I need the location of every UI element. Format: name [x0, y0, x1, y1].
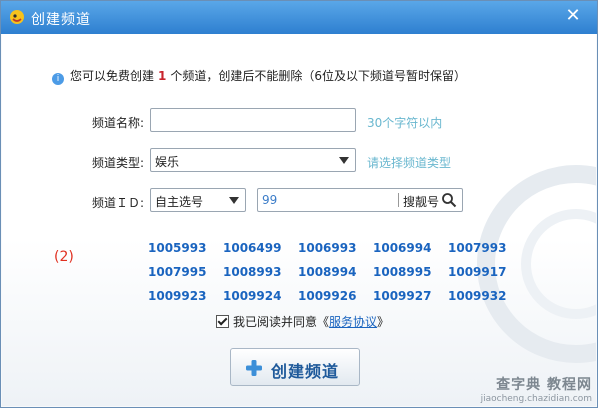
window-title: 创建频道 — [31, 12, 91, 28]
channel-type-label: 频道类型: — [91, 156, 144, 170]
number-row: 1005993 1006499 1006993 1006994 1007993 — [148, 237, 523, 261]
agree-tail: 》 — [377, 315, 390, 329]
channel-name-input[interactable] — [150, 108, 356, 132]
close-button[interactable]: ✕ — [563, 6, 583, 26]
channel-number-option[interactable]: 1008993 — [223, 265, 298, 279]
channel-number-option[interactable]: 1006499 — [223, 241, 298, 255]
app-logo-icon — [10, 10, 24, 24]
create-channel-label: 创建频道 — [271, 362, 340, 381]
channel-number-option[interactable]: 1009927 — [373, 289, 448, 303]
plus-icon — [246, 360, 262, 376]
search-divider — [398, 193, 399, 207]
number-search-input[interactable]: 99 — [262, 193, 277, 207]
channel-number-option[interactable]: 1006994 — [373, 241, 448, 255]
info-prefix: 您可以免费创建 — [70, 69, 155, 83]
info-notice: i 您可以免费创建 1 个频道，创建后不能删除（6位及以下频道号暂时保留） — [52, 67, 466, 85]
dropdown-arrow-icon — [339, 157, 349, 164]
channel-number-option[interactable]: 1006993 — [298, 241, 373, 255]
channel-number-option[interactable]: 1009924 — [223, 289, 298, 303]
channel-number-option[interactable]: 1007995 — [148, 265, 223, 279]
channel-type-select[interactable]: 娱乐 — [150, 148, 356, 172]
dropdown-arrow-icon — [229, 197, 239, 204]
channel-number-option[interactable]: 1009926 — [298, 289, 373, 303]
channel-type-value: 娱乐 — [155, 155, 180, 169]
number-search-box: 99 搜靓号 — [257, 188, 463, 212]
channel-type-hint: 请选择频道类型 — [367, 156, 452, 170]
channel-number-option[interactable]: 1005993 — [148, 241, 223, 255]
agree-text: 我已阅读并同意《 — [233, 315, 330, 329]
number-grid: 1005993 1006499 1006993 1006994 1007993 1007… — [148, 237, 523, 309]
channel-name-hint: 30个字符以内 — [367, 116, 443, 130]
dialog-body: i 您可以免费创建 1 个频道，创建后不能删除（6位及以下频道号暂时保留） 频道名称:… — [2, 34, 596, 406]
watermark-main: 查字典 教程网 — [496, 377, 592, 393]
agreement-row: 我已阅读并同意《服务协议》 — [216, 313, 389, 330]
number-row: 1007995 1008993 1008994 1008995 1009917 — [148, 261, 523, 285]
channel-number-option[interactable]: 1007993 — [448, 241, 523, 255]
step-marker: (2) — [54, 249, 74, 265]
service-agreement-link[interactable]: 服务协议 — [329, 315, 377, 329]
channel-number-option[interactable]: 1008994 — [298, 265, 373, 279]
info-icon: i — [52, 73, 64, 85]
search-icon[interactable] — [441, 192, 457, 208]
create-channel-button[interactable]: 创建频道 — [230, 348, 360, 386]
channel-name-label: 频道名称: — [91, 116, 144, 130]
agree-checkbox[interactable] — [216, 315, 229, 328]
watermark-sub: jiaocheng.chazidian.com — [480, 394, 592, 404]
id-mode-select[interactable]: 自主选号 — [150, 188, 246, 212]
channel-id-label: 频道ＩＤ: — [91, 196, 144, 210]
channel-number-option[interactable]: 1009923 — [148, 289, 223, 303]
watermark: 查字典 教程网 jiaocheng.chazidian.com — [481, 374, 592, 404]
create-channel-dialog: 创建频道 ✕ i 您可以免费创建 1 个频道，创建后不能删除（6位及以下频道号暂时保留… — [0, 0, 598, 408]
channel-number-option[interactable]: 1009917 — [448, 265, 523, 279]
channel-number-option[interactable]: 1009932 — [448, 289, 523, 303]
channel-number-option[interactable]: 1008995 — [373, 265, 448, 279]
title-bar[interactable]: 创建频道 ✕ — [1, 1, 597, 34]
number-row: 1009923 1009924 1009926 1009927 1009932 — [148, 285, 523, 309]
channel-count: 1 — [158, 69, 167, 83]
info-suffix: 个频道，创建后不能删除（6位及以下频道号暂时保留） — [170, 69, 467, 83]
search-number-button[interactable]: 搜靓号 — [403, 193, 439, 210]
id-mode-value: 自主选号 — [155, 195, 204, 209]
